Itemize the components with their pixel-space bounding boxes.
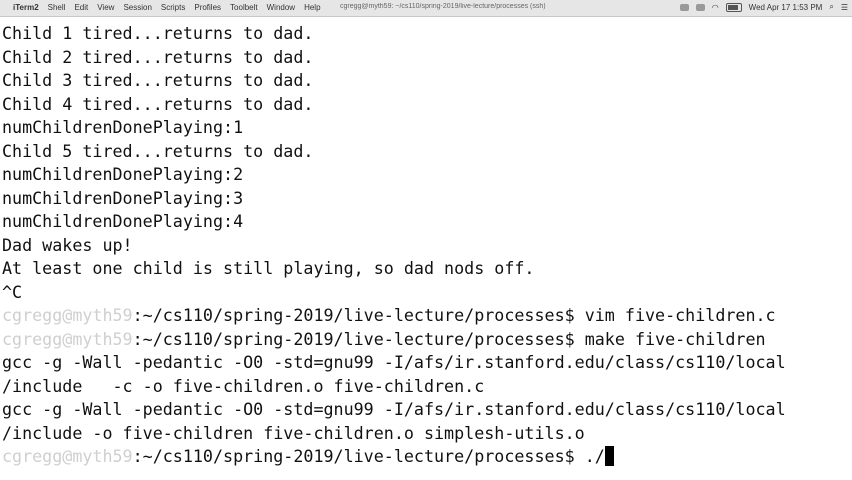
menu-help[interactable]: Help [304,3,320,12]
menu-toolbelt[interactable]: Toolbelt [230,3,258,12]
menu-bar: iTerm2 Shell Edit View Session Scripts P… [0,0,852,17]
window-title: cgregg@myth59: ~/cs110/spring-2019/live-… [340,3,546,10]
menu-shell[interactable]: Shell [48,3,66,12]
tray-app-icon[interactable] [679,3,689,11]
menu-session[interactable]: Session [123,3,151,12]
prompt-user: cgregg@myth59 [2,446,133,466]
prompt-user: cgregg@myth59 [2,305,133,325]
menu-profiles[interactable]: Profiles [194,3,221,12]
output-line: Child 2 tired...returns to dad. [2,46,314,67]
menu-view[interactable]: View [97,3,114,12]
text-cursor [604,446,614,466]
output-line: At least one child is still playing, so … [2,258,535,278]
menu-edit[interactable]: Edit [74,3,88,12]
command-text: make five-children [584,328,766,349]
output-line: Child 3 tired...returns to dad. [2,70,314,90]
prompt-path: :~/cs110/spring-2019/live-lecture/proces… [132,446,585,466]
terminal-output[interactable]: Child 1 tired...returns to dad. Child 2 … [0,22,852,480]
command-text: vim five-children.c [584,305,776,325]
output-line: numChildrenDonePlaying:4 [2,211,244,231]
menu-app-name[interactable]: iTerm2 [13,3,39,12]
clock[interactable]: Wed Apr 17 1:53 PM [749,3,823,12]
output-line: numChildrenDonePlaying:3 [2,187,244,208]
command-input[interactable]: ./ [585,446,605,466]
output-line: /include -c -o five-children.o five-chil… [2,375,485,396]
wifi-icon[interactable]: ◠ [712,3,719,12]
output-line: Child 5 tired...returns to dad. [2,140,314,161]
control-center-icon[interactable]: ☰ [841,3,848,12]
search-icon[interactable]: ⌕ [829,2,833,12]
menu-window[interactable]: Window [267,3,295,12]
output-line: gcc -g -Wall -pedantic -O0 -std=gnu99 -I… [2,399,786,419]
output-line: /include -o five-children five-children.… [2,422,585,443]
active-prompt-line[interactable]: cgregg@myth59:~/cs110/spring-2019/live-l… [0,445,852,469]
prompt-user: cgregg@myth59 [2,328,133,349]
output-line: numChildrenDonePlaying:1 [2,117,244,137]
output-line: Child 4 tired...returns to dad. [2,93,314,114]
tray-sync-icon[interactable] [695,3,705,11]
prompt-path: :~/cs110/spring-2019/live-lecture/proces… [132,328,585,349]
prompt-line: cgregg@myth59:~/cs110/spring-2019/live-l… [0,304,852,328]
output-line: numChildrenDonePlaying:2 [2,164,244,184]
menu-scripts[interactable]: Scripts [161,3,185,12]
output-line: Child 1 tired...returns to dad. [2,23,314,43]
output-line: Dad wakes up! [2,234,133,255]
battery-icon[interactable] [725,2,742,12]
output-line: ^C [2,281,23,302]
prompt-path: :~/cs110/spring-2019/live-lecture/proces… [132,305,585,325]
prompt-line: cgregg@myth59:~/cs110/spring-2019/live-l… [0,328,852,352]
output-line: gcc -g -Wall -pedantic -O0 -std=gnu99 -I… [2,352,786,372]
